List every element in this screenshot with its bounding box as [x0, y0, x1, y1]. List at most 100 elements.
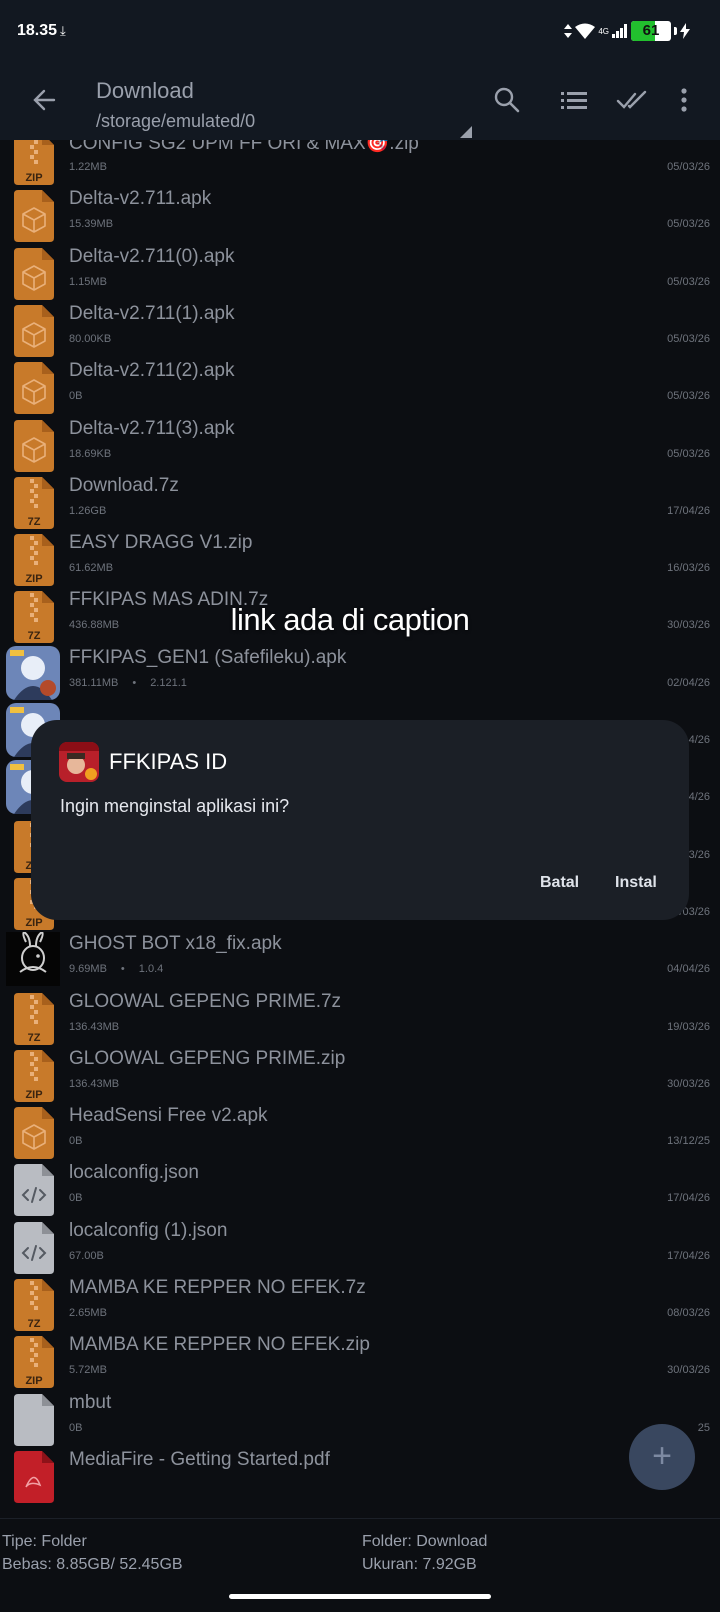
file-size: 9.69MB • 1.0.4 — [69, 963, 163, 975]
file-row[interactable]: HeadSensi Free v2.apk 0B 13/12/25 — [0, 1101, 720, 1160]
file-row[interactable]: ZIP MAMBA KE REPPER NO EFEK.zip 5.72MB 30/0… — [0, 1330, 720, 1389]
file-date: 05/03/26 — [667, 390, 710, 403]
search-icon[interactable] — [491, 84, 523, 116]
file-size-value: 67.00B — [69, 1249, 104, 1262]
file-name: CONFIG SG2 UPM FF ORI & MAX🎯.zip — [69, 140, 419, 154]
select-all-icon[interactable] — [616, 84, 648, 116]
add-button[interactable]: + — [629, 1424, 695, 1490]
file-date: 25 — [697, 1421, 710, 1434]
current-path[interactable]: /storage/emulated/0 — [96, 111, 255, 132]
file-row[interactable]: MediaFire - Getting Started.pdf — [0, 1445, 720, 1504]
battery-indicator: 61 — [631, 21, 671, 41]
file-row[interactable]: mbut 0B 25 — [0, 1388, 720, 1447]
file-row[interactable]: Delta-v2.711(1).apk 80.00KB 05/03/26 — [0, 299, 720, 358]
file-size: 0B — [69, 1422, 82, 1434]
install-button[interactable]: Instal — [615, 874, 657, 892]
file-date: 17/04/26 — [667, 1249, 710, 1262]
file-date: 05/03/26 — [667, 218, 710, 231]
battery-level: 61 — [642, 22, 660, 39]
file-row[interactable]: localconfig (1).json 67.00B 17/04/26 — [0, 1216, 720, 1275]
dialog-message: Ingin menginstal aplikasi ini? — [60, 796, 290, 816]
status-time: 18.35 — [17, 22, 58, 39]
file-date: 05/03/26 — [667, 447, 710, 460]
file-date: 4/26 — [688, 734, 710, 746]
file-size: 67.00B — [69, 1250, 104, 1262]
plus-icon: + — [652, 1437, 672, 1475]
file-row[interactable]: localconfig.json 0B 17/04/26 — [0, 1158, 720, 1217]
file-size: 0B — [69, 1192, 82, 1204]
file-date: 08/03/26 — [667, 1307, 710, 1319]
file-date: 04/04/26 — [667, 963, 710, 976]
path-dropdown-indicator — [460, 126, 472, 138]
footer-free-space: Bebas: 8.85GB/ 52.45GB — [2, 1556, 183, 1573]
more-vert-icon[interactable] — [668, 84, 700, 116]
file-size-value: 0B — [69, 390, 83, 403]
network-type-label: 4G — [598, 26, 609, 36]
file-date: 4/26 — [688, 791, 710, 804]
file-name: GLOOWAL GEPENG PRIME.7z — [69, 990, 342, 1012]
file-date: 3/26 — [688, 848, 710, 861]
file-row[interactable]: GHOST BOT x18_fix.apk 9.69MB • 1.0.4 04/04/2… — [0, 929, 720, 988]
file-size: 15.39MB — [69, 218, 113, 230]
home-indicator[interactable] — [229, 1594, 491, 1599]
file-row[interactable]: Delta-v2.711.apk 15.39MB 05/03/26 — [0, 184, 720, 243]
file-size-value: 5.72MB — [69, 1364, 107, 1377]
file-name: HeadSensi Free v2.apk — [69, 1105, 268, 1127]
file-size: 18.69KB — [69, 448, 111, 460]
file-row[interactable]: ZIP GLOOWAL GEPENG PRIME.zip 136.43MB 30/03… — [0, 1044, 720, 1103]
file-size: 0B — [69, 1135, 82, 1147]
file-size-value: 9.69MB — [69, 963, 107, 976]
file-row[interactable]: ZIP EASY DRAGG V1.zip 61.62MB 16/03/26 — [0, 528, 720, 587]
svg-text:7Z: 7Z — [28, 516, 41, 528]
file-size-value: 0B — [69, 1135, 83, 1148]
file-name: GLOOWAL GEPENG PRIME.zip — [69, 1047, 346, 1069]
file-size-value: 0B — [69, 1421, 83, 1434]
svg-text:ZIP: ZIP — [25, 1089, 42, 1101]
file-version-separator: • — [120, 963, 125, 976]
file-row[interactable]: Delta-v2.711(2).apk 0B 05/03/26 — [0, 356, 720, 415]
arrow-back-icon[interactable] — [26, 82, 62, 118]
data-arrows-icon — [564, 24, 573, 38]
file-row[interactable]: 7Z MAMBA KE REPPER NO EFEK.7z 2.65MB 08/03/… — [0, 1273, 720, 1332]
file-date: 17/04/26 — [667, 504, 710, 517]
file-name: Delta-v2.711.apk — [69, 188, 212, 210]
footer-folder: Folder: Download — [362, 1533, 488, 1550]
file-size-value: 1.26GB — [69, 504, 107, 517]
file-row[interactable]: Delta-v2.711(0).apk 1.15MB 05/03/26 — [0, 242, 720, 301]
file-name: Delta-v2.711(0).apk — [69, 245, 235, 267]
status-bar: 18.35 ⤓ 4G 61 — [0, 0, 720, 62]
file-date: 05/03/26 — [667, 332, 710, 345]
file-size-value: 381.11MB — [69, 676, 119, 689]
file-date: 05/03/26 — [667, 161, 710, 173]
svg-text:ZIP: ZIP — [25, 917, 42, 929]
list-view-icon[interactable] — [558, 84, 590, 116]
file-date: 13/12/25 — [667, 1135, 710, 1148]
svg-text:7Z: 7Z — [28, 1318, 41, 1330]
status-icons: 4G 61 — [564, 20, 690, 42]
page-title: Download — [96, 78, 194, 103]
file-size-value: 1.22MB — [69, 161, 107, 173]
file-size: 136.43MB — [69, 1021, 119, 1033]
cancel-button[interactable]: Batal — [540, 874, 579, 892]
file-name: EASY DRAGG V1.zip — [69, 532, 253, 554]
file-date: 19/03/26 — [667, 1020, 710, 1033]
file-name: Delta-v2.711(1).apk — [69, 302, 235, 324]
file-row[interactable]: 7Z Download.7z 1.26GB 17/04/26 — [0, 471, 720, 530]
app-icon — [59, 742, 99, 782]
file-size-value: 2.65MB — [69, 1307, 107, 1319]
file-size: 1.26GB — [69, 505, 106, 517]
file-size-value: 80.00KB — [69, 332, 112, 345]
file-size: 381.11MB • 2.121.1 — [69, 677, 187, 689]
file-name: localconfig.json — [69, 1162, 199, 1184]
file-row[interactable]: 7Z GLOOWAL GEPENG PRIME.7z 136.43MB 19/03/2… — [0, 987, 720, 1046]
file-name: MediaFire - Getting Started.pdf — [69, 1448, 330, 1470]
file-row[interactable]: FFKIPAS_GEN1 (Safefileku).apk 381.11MB • 2.… — [0, 643, 720, 702]
file-size-value: 0B — [69, 1192, 83, 1205]
file-date: 30/03/26 — [667, 1364, 710, 1377]
file-version: 1.0.4 — [138, 963, 164, 976]
wifi-icon — [575, 23, 596, 39]
install-dialog: FFKIPAS ID Ingin menginstal aplikasi ini… — [31, 720, 689, 920]
file-name: localconfig (1).json — [69, 1219, 228, 1241]
file-row[interactable]: ZIP CONFIG SG2 UPM FF ORI & MAX🎯.zip 1.22M… — [0, 140, 720, 186]
file-row[interactable]: Delta-v2.711(3).apk 18.69KB 05/03/26 — [0, 414, 720, 473]
